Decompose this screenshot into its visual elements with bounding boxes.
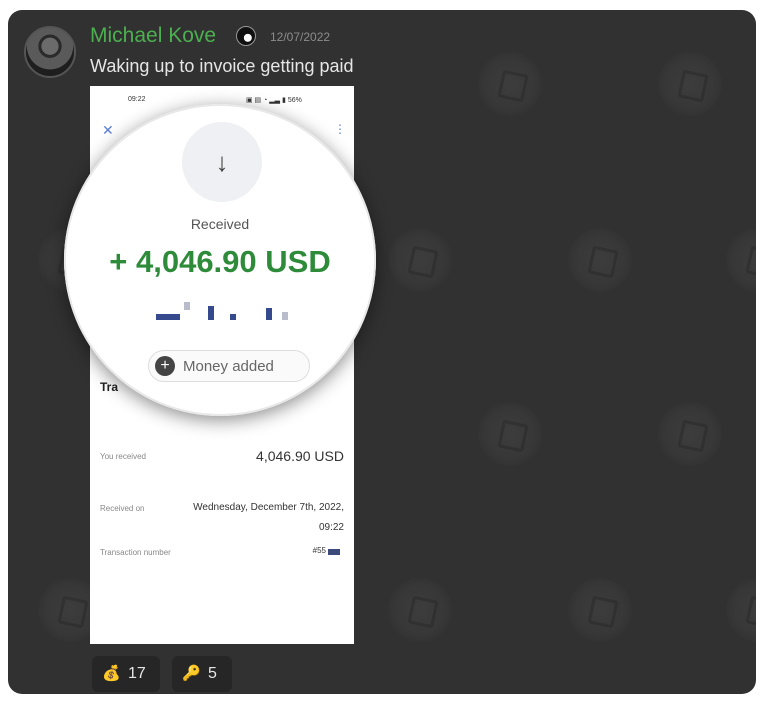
eight-ball-icon — [236, 26, 256, 46]
watermark-icon — [726, 578, 756, 642]
watermark-icon — [726, 228, 756, 292]
row-label: You received — [100, 452, 146, 461]
money-bag-icon: 💰 — [102, 665, 121, 682]
watermark-icon — [658, 52, 722, 116]
row-value-time: 09:22 — [318, 522, 344, 533]
reaction-count: 17 — [128, 665, 146, 682]
reaction-money-bag[interactable]: 💰 17 — [92, 656, 160, 692]
watermark-icon — [388, 228, 452, 292]
watermark-icon — [388, 578, 452, 642]
received-label: Received — [190, 216, 250, 232]
row-label: Received on — [100, 504, 145, 513]
row-value: 4,046.90 USD — [256, 448, 344, 464]
received-amount: + 4,046.90 USD — [109, 244, 331, 279]
watermark-icon — [658, 402, 722, 466]
detail-row: Transaction number #55 — [100, 546, 344, 566]
watermark-icon — [478, 52, 542, 116]
money-added-label: Money added — [183, 358, 274, 375]
status-battery: 56% — [287, 97, 302, 104]
timestamp: 12/07/2022 — [270, 30, 331, 44]
redaction — [328, 549, 340, 555]
watermark-icon — [568, 228, 632, 292]
message-card: Michael Kove 12/07/2022 Waking up to inv… — [8, 10, 756, 694]
status-icons: ▣ ▤ ◔ ▂▃ ▮ 56% — [246, 97, 302, 104]
username[interactable]: Michael Kove — [90, 24, 216, 48]
arrow-down-icon: ↓ — [182, 122, 262, 202]
detail-row: You received 4,046.90 USD — [100, 446, 344, 466]
message-text: Waking up to invoice getting paid — [90, 56, 354, 76]
watermark-icon — [478, 402, 542, 466]
key-icon: 🔑 — [182, 665, 201, 682]
detail-row: Received on Wednesday, December 7th, 202… — [100, 502, 344, 538]
watermark-icon — [568, 578, 632, 642]
avatar[interactable] — [24, 26, 76, 78]
money-added-chip: + Money added — [148, 350, 310, 382]
plus-icon: + — [155, 356, 175, 376]
transaction-heading: Tra — [100, 380, 119, 394]
close-icon[interactable]: ✕ — [102, 122, 114, 139]
row-label: Transaction number — [100, 548, 171, 557]
redacted-text — [156, 300, 296, 320]
reaction-count: 5 — [208, 665, 217, 682]
more-options-icon[interactable]: ⋮ — [334, 122, 346, 136]
status-time: 09:22 — [128, 96, 146, 103]
row-value: Wednesday, December 7th, 2022, — [193, 502, 344, 513]
reaction-key[interactable]: 🔑 5 — [172, 656, 232, 692]
row-value: #55 — [312, 546, 326, 555]
magnifier-overlay: ↓ Received + 4,046.90 USD + Money added — [64, 104, 376, 416]
